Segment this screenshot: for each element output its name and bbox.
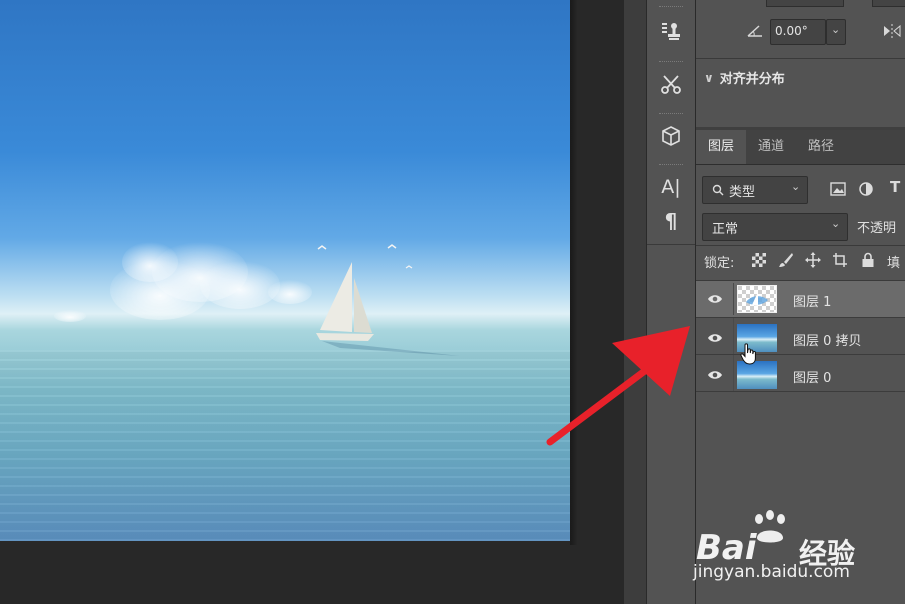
layers-tab-bar: 图层 通道 路径: [696, 130, 905, 165]
angle-row: 0.00° ⌄: [696, 18, 905, 46]
clone-stamp-icon[interactable]: [647, 14, 695, 48]
canvas-edge-shadow: [570, 0, 578, 545]
eye-icon[interactable]: [707, 369, 723, 381]
angle-field[interactable]: 0.00°: [770, 19, 826, 45]
scissors-tool-icon[interactable]: [647, 67, 695, 101]
top-field-stub[interactable]: [872, 0, 905, 7]
adjustment-filter-icon[interactable]: [858, 181, 874, 197]
cloud-bank: [54, 242, 312, 322]
eye-icon[interactable]: [707, 332, 723, 344]
layer-thumbnail: [737, 285, 777, 313]
lock-image-pixels-icon[interactable]: [778, 252, 794, 268]
sailboat: [316, 262, 460, 356]
align-distribute-header[interactable]: ∨ 对齐并分布: [704, 68, 785, 88]
chevron-down-icon: ⌄: [831, 23, 841, 36]
layer-filter-dropdown[interactable]: 类型 ⌄: [702, 176, 808, 204]
grip-handle[interactable]: [659, 113, 683, 116]
search-icon: [712, 184, 724, 196]
type-filter-icon[interactable]: T: [890, 178, 900, 196]
flip-horizontal-icon[interactable]: [882, 23, 902, 39]
tab-layers[interactable]: 图层: [696, 130, 746, 164]
panel-icon-bar: A| ¶: [647, 0, 696, 604]
character-panel-icon[interactable]: A|: [647, 170, 695, 204]
workspace-background: [578, 0, 624, 604]
lock-all-icon[interactable]: [861, 252, 875, 268]
document-canvas[interactable]: [0, 0, 570, 541]
lock-artboard-icon[interactable]: [832, 252, 848, 268]
red-arrow-annotation: [546, 326, 690, 446]
angle-icon: [747, 25, 762, 37]
baidu-jingyan-watermark: Bai 经验 jingyan.baidu.com: [693, 510, 905, 600]
3d-cube-icon[interactable]: [647, 119, 695, 153]
lock-label: 锁定:: [704, 256, 735, 271]
paragraph-icon[interactable]: ¶: [647, 204, 695, 238]
grip-handle[interactable]: [659, 164, 683, 167]
fill-label: 填: [887, 256, 901, 271]
layer-row-0-copy[interactable]: 图层 0 拷贝: [696, 318, 905, 355]
chevron-down-icon: ⌄: [831, 217, 841, 230]
lock-transparent-pixels-icon[interactable]: [752, 253, 766, 267]
chevron-down-icon: ⌄: [791, 180, 801, 193]
top-field-stub[interactable]: [766, 0, 844, 7]
opacity-label: 不透明: [857, 221, 897, 236]
grip-handle[interactable]: [659, 61, 683, 64]
image-filter-icon[interactable]: [830, 182, 846, 196]
hand-cursor-icon: [740, 343, 756, 365]
panel-dock-strip: [624, 0, 647, 604]
lock-position-icon[interactable]: [805, 252, 821, 268]
blend-mode-dropdown[interactable]: 正常 ⌄: [702, 213, 848, 241]
tab-paths[interactable]: 路径: [796, 130, 846, 164]
layer-thumbnail: [737, 361, 777, 389]
chevron-down-icon: ∨: [704, 70, 714, 85]
angle-dropdown-button[interactable]: ⌄: [826, 19, 846, 45]
grip-handle[interactable]: [659, 6, 683, 9]
layer-row-0[interactable]: 图层 0: [696, 355, 905, 392]
layer-row-1[interactable]: 图层 1: [696, 281, 905, 318]
tab-channels[interactable]: 通道: [746, 130, 796, 164]
eye-icon[interactable]: [707, 293, 723, 305]
watermark-url: jingyan.baidu.com: [693, 562, 850, 582]
